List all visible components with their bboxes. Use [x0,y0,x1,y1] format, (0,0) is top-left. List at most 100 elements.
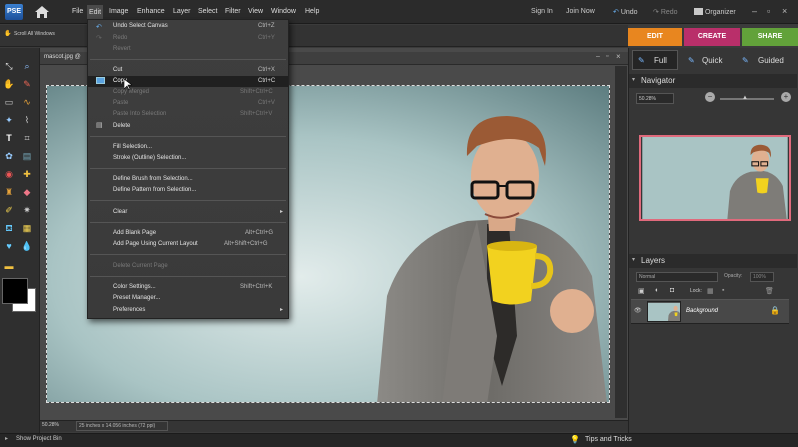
collapse-icon[interactable]: ▾ [632,256,635,263]
layer-lock-icon[interactable]: 🔒 [770,306,780,315]
eyedropper-tool-icon[interactable]: ✎ [21,78,33,90]
document-minimize-icon[interactable]: – [596,53,600,60]
show-project-bin-button[interactable]: Show Project Bin [16,436,62,442]
sponge-tool-icon[interactable]: ▬ [3,260,15,272]
menu-view[interactable]: View [248,8,263,15]
menu-window[interactable]: Window [271,8,296,15]
crop-tool-icon[interactable]: ⌗ [21,132,33,144]
menu-help[interactable]: Help [305,8,319,15]
guided-view-icon[interactable]: ✎ [742,52,749,70]
navigator-zoom-field[interactable]: 50.28% [636,93,674,104]
menu-enhance[interactable]: Enhance [137,8,165,15]
scroll-all-windows-checkbox[interactable]: Scroll All Windows [14,31,55,37]
straighten-tool-icon[interactable]: ▤ [21,150,33,162]
lasso-tool-icon[interactable]: ∿ [21,96,33,108]
maximize-icon[interactable]: ▫ [767,6,770,16]
menu-item-fill-selection[interactable]: Fill Selection... [113,144,152,150]
sign-in-link[interactable]: Sign In [531,8,553,15]
menu-edit[interactable]: Edit [87,5,104,20]
blur-tool-icon[interactable]: 💧 [21,240,33,252]
collapse-icon[interactable]: ▾ [632,76,635,83]
red-eye-tool-icon[interactable]: ◉ [3,168,15,180]
zoom-out-icon[interactable]: − [705,92,715,102]
trash-icon[interactable]: 🗑 [765,287,774,295]
menu-layer[interactable]: Layer [173,8,191,15]
move-tool-icon[interactable]: ⤡ [3,60,15,72]
vertical-scrollbar[interactable] [615,66,627,418]
quick-selection-tool-icon[interactable]: ⌇ [21,114,33,126]
hand-tool-icon[interactable]: ✋ [3,78,15,90]
menu-item-paste[interactable]: Paste [113,100,128,106]
undo-button[interactable]: ↶ Undo [613,8,638,16]
status-zoom[interactable]: 50.28% [42,422,59,428]
foreground-color-front [2,278,28,304]
menu-item-clear[interactable]: Clear [113,209,127,215]
navigator-title: Navigator [641,76,676,85]
menu-item-preferences[interactable]: Preferences [113,307,145,313]
menu-item-paste-into-selection[interactable]: Paste Into Selection [113,111,166,117]
type-tool-icon[interactable]: T [3,132,15,144]
menu-item-cut[interactable]: Cut [113,67,122,73]
close-icon[interactable]: × [782,6,787,16]
document-tab[interactable]: mascot.jpg @ [44,54,81,60]
quick-view-icon[interactable]: ✎ [688,52,695,70]
clone-stamp-tool-icon[interactable]: ♜ [3,186,15,198]
marquee-tool-icon[interactable]: ▭ [3,96,15,108]
tab-share[interactable]: SHARE [742,28,798,46]
menu-item-stroke-selection[interactable]: Stroke (Outline) Selection... [113,155,186,161]
organizer-button[interactable]: Organizer [694,8,736,16]
mask-icon[interactable]: ◘ [670,287,674,294]
status-document-size[interactable]: 25 inches x 14.056 inches (72 ppi) [76,421,168,431]
lock-transparency-icon[interactable]: ▦ [707,287,714,295]
menu-filter[interactable]: Filter [225,8,241,15]
menu-item-delete[interactable]: Delete [113,123,130,129]
menu-item-delete-current-page[interactable]: Delete Current Page [113,263,168,269]
menu-item-redo[interactable]: Redo [113,35,127,41]
magic-wand-tool-icon[interactable]: ✦ [3,114,15,126]
document-close-icon[interactable]: × [616,52,621,61]
menu-image[interactable]: Image [109,8,128,15]
project-bin-toggle-icon[interactable]: ▸ [5,435,8,442]
view-quick-button[interactable]: Quick [702,52,722,70]
eraser-tool-icon[interactable]: ◆ [21,186,33,198]
brush-tool-icon[interactable]: ✐ [3,204,15,216]
smart-brush-tool-icon[interactable]: ✷ [21,204,33,216]
home-button[interactable] [34,5,50,19]
menu-item-add-page-layout[interactable]: Add Page Using Current Layout [113,241,198,247]
menu-item-preset-manager[interactable]: Preset Manager... [113,295,160,301]
minimize-icon[interactable]: – [752,6,757,16]
document-maximize-icon[interactable]: ▫ [606,53,608,60]
menu-select[interactable]: Select [198,8,217,15]
blend-mode-select[interactable]: Normal [636,272,718,282]
adjustment-layer-icon[interactable]: ◐ [655,287,659,294]
menu-item-undo[interactable]: Undo Select Canvas [113,23,168,29]
opacity-field[interactable]: 100% [750,272,774,282]
layers-panel-header[interactable]: Layers [629,254,797,268]
cookie-cutter-tool-icon[interactable]: ✿ [3,150,15,162]
tab-create[interactable]: CREATE [684,28,740,46]
tips-and-tricks-button[interactable]: Tips and Tricks [585,436,632,443]
redo-button[interactable]: ↷ Redo [653,8,678,16]
new-layer-icon[interactable]: ▣ [638,287,645,295]
lock-all-icon[interactable]: ▪ [722,287,724,294]
gradient-tool-icon[interactable]: ▦ [21,222,33,234]
navigator-panel-header[interactable]: Navigator [629,74,797,88]
tab-edit[interactable]: EDIT [628,28,682,46]
view-guided-button[interactable]: Guided [758,52,784,70]
menu-item-add-blank-page[interactable]: Add Blank Page [113,230,156,236]
menu-file[interactable]: File [72,8,83,15]
layer-name[interactable]: Background [686,308,718,314]
paint-bucket-tool-icon[interactable]: ⛾ [3,222,15,234]
shape-tool-icon[interactable]: ♥ [3,240,15,252]
zoom-tool-icon[interactable]: ⌕ [21,60,33,72]
menu-item-revert[interactable]: Revert [113,46,131,52]
navigator-thumbnail[interactable] [639,135,791,221]
eye-icon[interactable]: 👁 [634,307,642,314]
join-now-link[interactable]: Join Now [566,8,595,15]
menu-item-color-settings[interactable]: Color Settings... [113,284,156,290]
zoom-in-icon[interactable]: + [781,92,791,102]
menu-item-define-pattern[interactable]: Define Pattern from Selection... [113,187,196,193]
healing-brush-tool-icon[interactable]: ✚ [21,168,33,180]
slider-thumb[interactable]: ▲ [742,95,748,101]
menu-item-define-brush[interactable]: Define Brush from Selection... [113,176,193,182]
